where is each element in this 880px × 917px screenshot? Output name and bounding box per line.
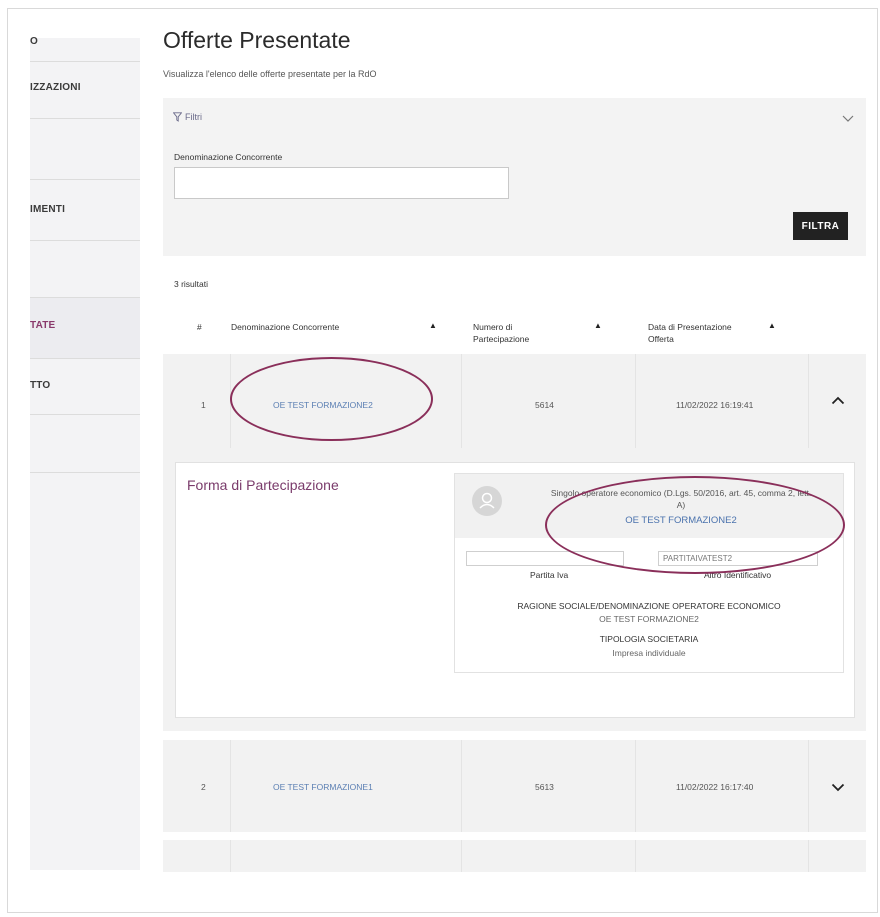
cell-divider: [635, 840, 636, 872]
row-number: 5614: [535, 400, 554, 410]
avatar: [472, 486, 502, 516]
column-header-date[interactable]: Data di Presentazione Offerta: [648, 321, 732, 345]
cell-divider: [461, 740, 462, 832]
column-header-index: #: [197, 322, 202, 332]
sidebar-divider: [30, 61, 140, 62]
denominazione-input[interactable]: [174, 167, 509, 199]
column-header-date-line1: Data di Presentazione: [648, 322, 732, 332]
ragione-sociale-label: RAGIONE SOCIALE/DENOMINAZIONE OPERATORE …: [517, 601, 781, 611]
annotation-ellipse: [230, 357, 433, 441]
row-date: 11/02/2022 16:17:40: [676, 782, 754, 792]
cell-divider: [808, 740, 809, 832]
table-row[interactable]: [163, 840, 866, 872]
filter-toggle-label: Filtri: [185, 112, 202, 122]
sort-asc-icon[interactable]: ▲: [768, 321, 776, 330]
sidebar-item-autorizzazioni[interactable]: IZZAZIONI: [30, 82, 140, 93]
sidebar-divider: [30, 472, 140, 473]
annotation-ellipse: [545, 476, 845, 574]
page-title: Offerte Presentate: [163, 27, 351, 53]
sidebar-item-offerte-presentate[interactable]: TATE: [30, 320, 140, 331]
tipologia-societaria-label: TIPOLOGIA SOCIETARIA: [599, 634, 699, 644]
cell-divider: [230, 840, 231, 872]
column-header-date-line2: Offerta: [648, 334, 674, 344]
row-index: 2: [201, 782, 206, 792]
cell-divider: [808, 354, 809, 448]
filtra-button[interactable]: FILTRA: [793, 212, 848, 240]
sidebar-divider: [30, 414, 140, 415]
sidebar-divider: [30, 118, 140, 119]
table-row[interactable]: [163, 740, 866, 832]
sort-asc-icon[interactable]: ▲: [594, 321, 602, 330]
cell-divider: [808, 840, 809, 872]
sidebar: O IZZAZIONI IMENTI TATE TTO: [30, 36, 140, 870]
chevron-down-icon[interactable]: [841, 113, 855, 123]
filter-toggle[interactable]: Filtri: [173, 112, 202, 122]
partita-iva-label: Partita Iva: [530, 570, 569, 580]
sidebar-divider: [30, 297, 140, 298]
sidebar-item-chiarimenti[interactable]: IMENTI: [30, 204, 140, 215]
cell-divider: [461, 354, 462, 448]
denominazione-field-label: Denominazione Concorrente: [174, 152, 283, 162]
row-date: 11/02/2022 16:19:41: [676, 400, 754, 410]
row-number: 5613: [535, 782, 554, 792]
page-subtitle: Visualizza l'elenco delle offerte presen…: [163, 69, 377, 79]
cell-divider: [635, 740, 636, 832]
row-index: 1: [201, 400, 206, 410]
sidebar-item-top[interactable]: O: [30, 36, 140, 47]
sort-asc-icon[interactable]: ▲: [429, 321, 437, 330]
column-header-name[interactable]: Denominazione Concorrente: [231, 321, 339, 333]
tipologia-societaria-value: Impresa individuale: [612, 648, 686, 658]
results-count: 3 risultati: [174, 279, 209, 289]
sidebar-divider: [30, 358, 140, 359]
row-name-link[interactable]: OE TEST FORMAZIONE1: [273, 782, 373, 792]
forma-partecipazione-title: Forma di Partecipazione: [187, 477, 339, 493]
sidebar-divider: [30, 240, 140, 241]
user-icon: [479, 492, 495, 509]
cell-divider: [635, 354, 636, 448]
funnel-icon: [173, 112, 182, 122]
ragione-sociale-value: OE TEST FORMAZIONE2: [599, 614, 699, 624]
column-header-number[interactable]: Numero di Partecipazione: [473, 321, 529, 345]
cell-divider: [461, 840, 462, 872]
cell-divider: [230, 740, 231, 832]
column-header-number-line2: Partecipazione: [473, 334, 530, 344]
column-header-number-line1: Numero di: [473, 322, 513, 332]
sidebar-divider: [30, 179, 140, 180]
chevron-up-icon[interactable]: [831, 396, 845, 405]
sidebar-item-contratto[interactable]: TTO: [30, 380, 140, 391]
chevron-down-icon[interactable]: [831, 783, 845, 792]
